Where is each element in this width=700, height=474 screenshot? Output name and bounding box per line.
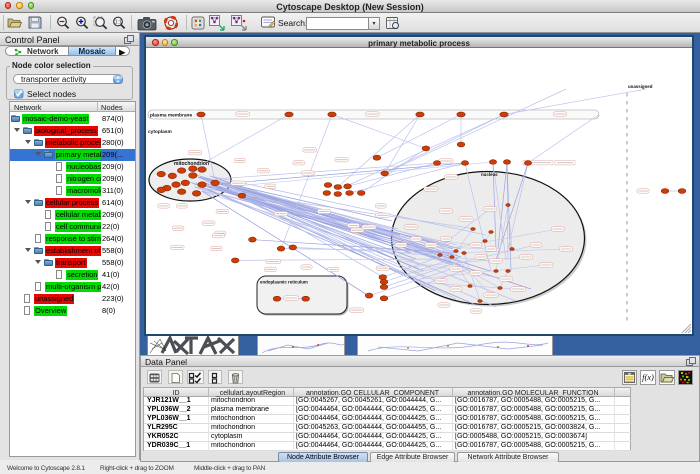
svg-text:mitochondrion: mitochondrion (174, 161, 209, 167)
svg-text:nucleus: nucleus (481, 172, 498, 177)
svg-text:cytoplasm: cytoplasm (148, 129, 172, 135)
svg-text:1:1: 1:1 (115, 20, 122, 26)
svg-text:endoplasmic reticulum: endoplasmic reticulum (260, 280, 308, 285)
svg-text:plasma membrane: plasma membrane (150, 113, 192, 119)
svg-text:unassigned: unassigned (628, 84, 653, 89)
